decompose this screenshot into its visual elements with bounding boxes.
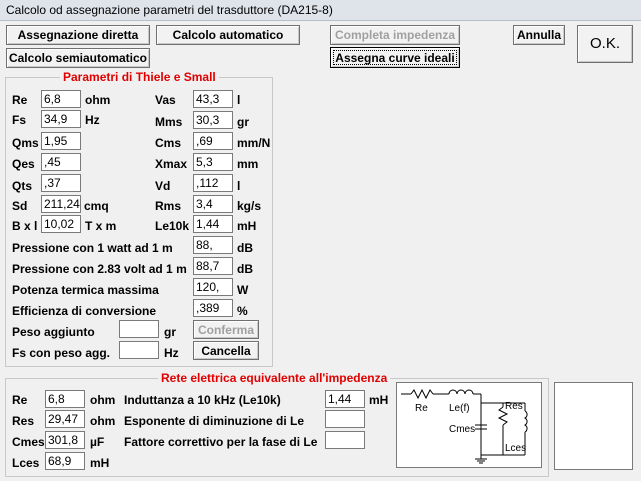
re-unit: ohm [85,93,111,107]
fs-peso-label: Fs con peso agg. [12,346,111,360]
qts-field[interactable]: ,37 [41,174,81,192]
potenza-label: Potenza termica massima [12,283,159,297]
window-title: Calcolo od assegnazione parametri del tr… [6,3,333,17]
pressione-283v-unit: dB [237,262,253,276]
rms-unit: kg/s [237,199,262,213]
vas-field[interactable]: 43,3 [193,90,233,108]
fs-unit: Hz [85,113,100,127]
xmax-label: Xmax [155,157,188,171]
completa-impedenza-button[interactable]: Completa impedenza [330,25,460,45]
sd-unit: cmq [84,199,109,213]
rete-re-unit: ohm [90,393,116,407]
fs-peso-field[interactable] [119,341,159,359]
sd-label: Sd [12,199,28,213]
potenza-field[interactable]: 120, [193,278,233,296]
vd-label: Vd [155,179,171,193]
cms-label: Cms [155,136,182,150]
qms-field[interactable]: 1,95 [41,132,81,150]
assegna-curve-ideali-button[interactable]: Assegna curve ideali [330,47,460,68]
peso-aggiunto-unit: gr [164,325,176,339]
schem-lef-label: Le(f) [449,403,470,414]
mms-field[interactable]: 30,3 [193,111,233,129]
mms-label: Mms [155,115,183,129]
pressione-1w-label: Pressione con 1 watt ad 1 m [12,241,173,255]
annulla-button[interactable]: Annulla [513,25,565,45]
rete-re-label: Re [12,393,28,407]
circuit-schematic: Re Le(f) Cmes Res Lces [396,382,542,468]
thiele-small-legend: Parametri di Thiele e Small [60,70,219,84]
potenza-unit: W [237,283,249,297]
calcolo-automatico-button[interactable]: Calcolo automatico [156,25,300,45]
re-label: Re [12,93,28,107]
le10k-label: Le10k [155,219,190,233]
title-bar: Calcolo od assegnazione parametri del tr… [0,0,641,21]
re-field[interactable]: 6,8 [41,90,81,108]
xmax-field[interactable]: 5,3 [193,153,233,171]
induttanza-field[interactable]: 1,44 [325,390,365,408]
assegnazione-diretta-button[interactable]: Assegnazione diretta [6,25,150,45]
rete-re-field[interactable]: 6,8 [45,390,85,408]
conferma-button[interactable]: Conferma [193,320,259,339]
cms-unit: mm/N [237,136,271,150]
le10k-field[interactable]: 1,44 [193,215,233,233]
pressione-283v-field[interactable]: 88,7 [193,257,233,275]
schem-res-label: Res [505,401,523,412]
vas-unit: l [237,93,241,107]
qts-label: Qts [12,179,33,193]
ok-button[interactable]: O.K. [577,25,633,63]
bxl-unit: T x m [85,219,117,233]
rete-lces-label: Lces [12,456,40,470]
rms-label: Rms [155,199,182,213]
pressione-283v-label: Pressione con 2.83 volt ad 1 m [12,262,187,276]
vas-label: Vas [155,93,176,107]
efficienza-field[interactable]: ,389 [193,299,233,317]
qes-label: Qes [12,157,35,171]
induttanza-unit: mH [369,393,389,407]
rete-elettrica-legend: Rete elettrica equivalente all'impedenza [158,371,391,385]
le10k-unit: mH [237,219,257,233]
induttanza-label: Induttanza a 10 kHz (Le10k) [124,393,281,407]
fs-peso-unit: Hz [164,346,179,360]
rete-res-label: Res [12,414,35,428]
bxl-field[interactable]: 10,02 [41,215,81,233]
mms-unit: gr [237,115,249,129]
rete-cmes-label: Cmes [12,435,45,449]
sd-field[interactable]: 211,24 [41,195,81,213]
calcolo-semiautomatico-button[interactable]: Calcolo semiautomatico [6,48,150,68]
rete-cmes-field[interactable]: 301,8 [45,431,85,449]
esponente-field[interactable] [325,410,365,428]
schem-lces-label: Lces [505,443,526,454]
rete-lces-unit: mH [90,456,110,470]
schem-re-label: Re [415,403,428,414]
schem-cmes-label: Cmes [449,424,475,435]
fs-field[interactable]: 34,9 [41,110,81,128]
rete-res-field[interactable]: 29,47 [45,410,85,428]
pressione-1w-unit: dB [237,241,253,255]
fs-label: Fs [12,113,27,127]
efficienza-unit: % [237,304,248,318]
fattore-label: Fattore correttivo per la fase di Le [124,435,318,449]
preview-box [554,382,633,470]
xmax-unit: mm [237,157,259,171]
peso-aggiunto-label: Peso aggiunto [12,325,95,339]
rete-lces-field[interactable]: 68,9 [45,452,85,470]
vd-unit: l [237,179,241,193]
qms-label: Qms [12,136,39,150]
esponente-label: Esponente di diminuzione di Le [124,414,305,428]
vd-field[interactable]: ,112 [193,174,233,192]
efficienza-label: Efficienza di conversione [12,304,157,318]
cms-field[interactable]: ,69 [193,132,233,150]
qes-field[interactable]: ,45 [41,153,81,171]
fattore-field[interactable] [325,431,365,449]
bxl-label: B x l [12,219,38,233]
rms-field[interactable]: 3,4 [193,195,233,213]
rete-res-unit: ohm [90,414,116,428]
pressione-1w-field[interactable]: 88, [193,236,233,254]
rete-cmes-unit: µF [90,435,105,449]
peso-aggiunto-field[interactable] [119,320,159,338]
cancella-button[interactable]: Cancella [193,341,259,360]
